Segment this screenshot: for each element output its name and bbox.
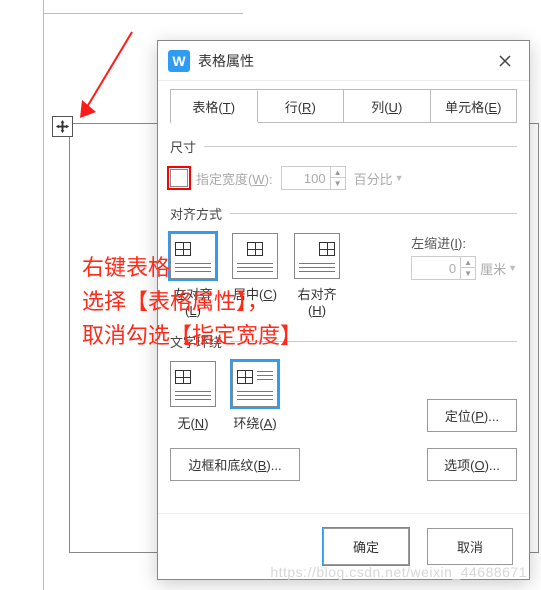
chevron-down-icon: ▼ [395, 173, 404, 183]
tab-row[interactable]: 行(R) [258, 90, 345, 122]
tab-label: 单元格(E) [445, 97, 501, 116]
app-icon: W [168, 50, 190, 72]
table-properties-dialog: W 表格属性 表格(T) 行(R) 列(U) 单元格(E) 尺寸 [157, 40, 530, 580]
align-group-label: 对齐方式 [170, 204, 517, 223]
tab-column[interactable]: 列(U) [344, 90, 431, 122]
wrap-group: 文字环绕 无(N) [170, 332, 517, 432]
position-button[interactable]: 定位(P)... [427, 399, 517, 432]
tab-label: 行(R) [285, 97, 316, 116]
spin-up-icon[interactable]: ▲ [461, 257, 475, 268]
chevron-down-icon: ▼ [508, 263, 517, 273]
indent-input[interactable] [412, 261, 460, 276]
align-center-label: 居中(C) [232, 284, 278, 303]
spin-down-icon[interactable]: ▼ [461, 268, 475, 279]
border-shading-button[interactable]: 边框和底纹(B)... [170, 448, 300, 481]
indent-unit-select[interactable]: 厘米▼ [480, 259, 517, 278]
width-spinner[interactable]: ▲▼ [281, 166, 346, 190]
specify-width-label: 指定宽度(W): [196, 169, 273, 188]
width-unit-select[interactable]: 百分比▼ [354, 169, 404, 188]
wrap-none-label: 无(N) [177, 413, 208, 432]
bottom-buttons: 边框和底纹(B)... 选项(O)... [170, 448, 517, 481]
indent-spinner[interactable]: ▲▼ [411, 256, 476, 280]
tab-label: 列(U) [371, 97, 402, 116]
align-right-option[interactable] [294, 233, 340, 279]
spinner-buttons[interactable]: ▲▼ [330, 167, 345, 189]
size-group-label: 尺寸 [170, 137, 517, 156]
wrap-around-label: 环绕(A) [233, 413, 276, 432]
red-arrow-annotation [78, 28, 138, 123]
dialog-titlebar: W 表格属性 [158, 41, 529, 81]
indent-unit-label: 厘米 [480, 259, 506, 278]
indent-label: 左缩进(I): [411, 233, 517, 252]
size-group: 尺寸 指定宽度(W): ▲▼ 百分比▼ [170, 137, 517, 190]
close-icon [498, 54, 512, 68]
doc-margin-line [43, 0, 44, 590]
close-button[interactable] [491, 47, 519, 75]
cancel-button[interactable]: 取消 [427, 528, 513, 565]
align-center-option[interactable] [232, 233, 278, 279]
dialog-footer: 确定 取消 [158, 513, 529, 579]
spin-down-icon[interactable]: ▼ [331, 178, 345, 189]
wrap-around-option[interactable]: 环绕(A) [232, 361, 278, 432]
tab-cell[interactable]: 单元格(E) [431, 90, 517, 122]
tab-label: 表格(T) [192, 97, 235, 116]
align-left-label: 左对齐(L) [170, 284, 216, 318]
spinner-buttons[interactable]: ▲▼ [460, 257, 475, 279]
wrap-none-option[interactable]: 无(N) [170, 361, 216, 432]
width-input[interactable] [282, 171, 330, 186]
options-button[interactable]: 选项(O)... [427, 448, 517, 481]
table-move-handle[interactable] [52, 116, 73, 137]
spin-up-icon[interactable]: ▲ [331, 167, 345, 178]
tab-table[interactable]: 表格(T) [171, 91, 258, 123]
align-left-option[interactable] [170, 233, 216, 279]
indent-block: 左缩进(I): ▲▼ 厘米▼ [411, 233, 517, 280]
ok-button[interactable]: 确定 [323, 528, 409, 565]
width-unit-label: 百分比 [354, 169, 393, 188]
dialog-title: 表格属性 [198, 51, 491, 71]
wrap-group-label: 文字环绕 [170, 332, 517, 351]
align-right-label: 右对齐(H) [294, 284, 340, 318]
doc-rule-line [43, 13, 243, 14]
specify-width-checkbox[interactable] [170, 169, 188, 187]
tabs: 表格(T) 行(R) 列(U) 单元格(E) [170, 89, 517, 123]
align-group: 对齐方式 [170, 204, 517, 318]
